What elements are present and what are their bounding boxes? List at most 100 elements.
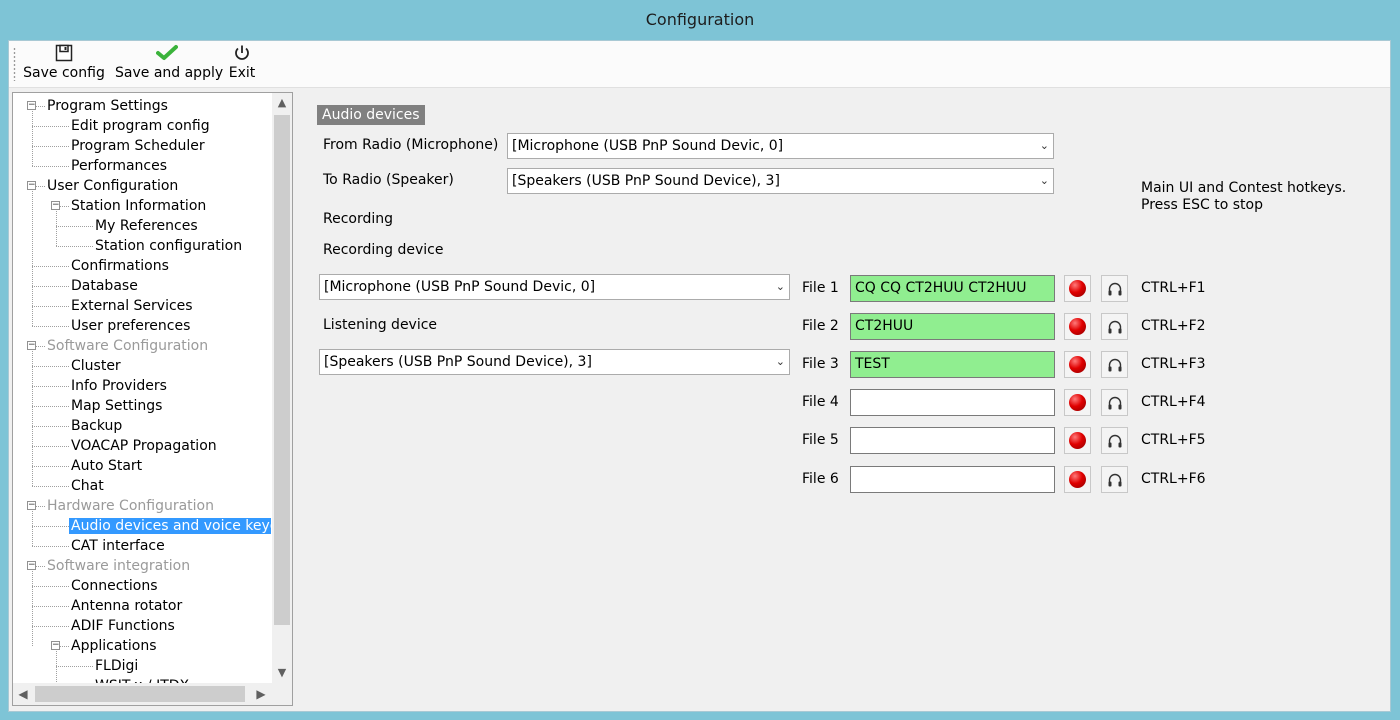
file-name-input[interactable]: CT2HUU [850, 313, 1055, 340]
collapse-icon[interactable]: − [27, 501, 36, 510]
scroll-right-icon[interactable]: ▶ [251, 683, 271, 705]
tree-item[interactable]: CAT interface [71, 536, 165, 556]
red-dot-icon [1069, 280, 1086, 297]
scroll-left-icon[interactable]: ◀ [13, 683, 33, 705]
scroll-up-icon[interactable]: ▲ [272, 93, 292, 113]
play-button[interactable] [1101, 313, 1128, 340]
tree-item[interactable]: Edit program config [71, 116, 210, 136]
file-name-input[interactable]: CQ CQ CT2HUU CT2HUU [850, 275, 1055, 302]
play-button[interactable] [1101, 389, 1128, 416]
tree-guide-line [56, 651, 57, 683]
record-button[interactable] [1064, 275, 1091, 302]
save-config-button[interactable]: Save config [23, 44, 105, 84]
floppy-disk-icon [23, 44, 105, 64]
tree-vertical-scrollbar[interactable]: ▲ ▼ [272, 93, 292, 683]
from-radio-select[interactable]: [Microphone (USB PnP Sound Devic, 0] ⌄ [507, 133, 1054, 159]
tree-item[interactable]: Software Configuration [47, 336, 208, 356]
tree-item[interactable]: Hardware Configuration [47, 496, 214, 516]
file-name-input[interactable] [850, 466, 1055, 493]
tree-item[interactable]: Info Providers [71, 376, 167, 396]
tree-item[interactable]: Program Scheduler [71, 136, 205, 156]
record-button[interactable] [1064, 313, 1091, 340]
save-and-apply-button[interactable]: Save and apply [115, 44, 223, 84]
tree-connector [32, 126, 69, 127]
tree-item-label: Antenna rotator [71, 598, 183, 614]
tree-item[interactable]: Confirmations [71, 256, 169, 276]
tree-item[interactable]: Performances [71, 156, 167, 176]
window-title: Configuration [645, 10, 755, 29]
tree-item-label: ADIF Functions [71, 618, 175, 634]
tree-item[interactable]: VOACAP Propagation [71, 436, 217, 456]
hotkey-label: CTRL+F3 [1141, 356, 1206, 372]
chevron-down-icon: ⌄ [775, 280, 785, 293]
tree-horizontal-scrollbar[interactable]: ◀ ▶ [13, 683, 292, 705]
collapse-icon[interactable]: − [27, 101, 36, 110]
tree-item[interactable]: My References [95, 216, 198, 236]
tree-item[interactable]: Station configuration [95, 236, 242, 256]
headphones-icon [1108, 282, 1122, 296]
tree-item[interactable]: Chat [71, 476, 104, 496]
headphones-icon [1108, 396, 1122, 410]
play-button[interactable] [1101, 427, 1128, 454]
tree-item[interactable]: Software integration [47, 556, 190, 576]
tree-item[interactable]: Backup [71, 416, 122, 436]
record-button[interactable] [1064, 427, 1091, 454]
tree-item[interactable]: Program Settings [47, 96, 168, 116]
collapse-icon[interactable]: − [27, 561, 36, 570]
horizontal-scroll-thumb[interactable] [35, 686, 245, 702]
hotkey-label: CTRL+F6 [1141, 471, 1206, 487]
collapse-icon[interactable]: − [51, 201, 60, 210]
tree-item-label: Auto Start [71, 458, 143, 474]
tree-item[interactable]: User Configuration [47, 176, 178, 196]
collapse-icon[interactable]: − [27, 181, 36, 190]
tree-item[interactable]: Map Settings [71, 396, 162, 416]
exit-button[interactable]: Exit [227, 44, 257, 84]
chevron-down-icon: ⌄ [775, 355, 785, 368]
file-name-input[interactable] [850, 389, 1055, 416]
tree-item[interactable]: Audio devices and voice keyer [69, 516, 271, 536]
play-button[interactable] [1101, 275, 1128, 302]
tree-connector [32, 606, 69, 607]
hotkeys-note-line2: Press ESC to stop [1141, 197, 1263, 213]
collapse-icon[interactable]: − [27, 341, 36, 350]
tree-connector [32, 366, 69, 367]
settings-tree[interactable]: Program Settings − Edit program config Prog… [12, 92, 293, 706]
tree-item[interactable]: External Services [71, 296, 193, 316]
record-button[interactable] [1064, 389, 1091, 416]
toolbar-grip[interactable] [13, 47, 16, 81]
vertical-scroll-thumb[interactable] [274, 115, 290, 625]
tree-connector [32, 166, 69, 167]
scroll-down-icon[interactable]: ▼ [272, 663, 292, 683]
tree-item[interactable]: Database [71, 276, 138, 296]
tree-item[interactable]: Antenna rotator [71, 596, 182, 616]
play-button[interactable] [1101, 351, 1128, 378]
tree-item[interactable]: User preferences [71, 316, 190, 336]
tree-item[interactable]: Cluster [71, 356, 121, 376]
chevron-down-icon: ⌄ [1039, 139, 1049, 152]
tree-item[interactable]: Station Information [71, 196, 206, 216]
tree-item-label: Software Configuration [47, 338, 209, 354]
tree-guide-line [32, 571, 33, 646]
tree-connector [32, 306, 69, 307]
record-button[interactable] [1064, 351, 1091, 378]
tree-item[interactable]: Applications [71, 636, 157, 656]
tree-item[interactable]: Auto Start [71, 456, 142, 476]
to-radio-select[interactable]: [Speakers (USB PnP Sound Device), 3] ⌄ [507, 168, 1054, 194]
file-name-input[interactable] [850, 427, 1055, 454]
tree-connector [36, 506, 45, 507]
tree-item-label: User Configuration [47, 178, 179, 194]
tree-item[interactable]: WSJT-x / JTDX [95, 676, 189, 683]
listening-device-value: [Speakers (USB PnP Sound Device), 3] [324, 354, 592, 370]
tree-item[interactable]: Connections [71, 576, 158, 596]
listening-device-select[interactable]: [Speakers (USB PnP Sound Device), 3] ⌄ [319, 349, 790, 375]
file-name-input[interactable]: TEST [850, 351, 1055, 378]
tree-connector [60, 646, 69, 647]
tree-item-label: Station configuration [95, 238, 243, 254]
tree-item[interactable]: ADIF Functions [71, 616, 175, 636]
play-button[interactable] [1101, 466, 1128, 493]
record-button[interactable] [1064, 466, 1091, 493]
recording-device-select[interactable]: [Microphone (USB PnP Sound Devic, 0] ⌄ [319, 274, 790, 300]
tree-item[interactable]: FLDigi [95, 656, 138, 676]
red-dot-icon [1069, 432, 1086, 449]
collapse-icon[interactable]: − [51, 641, 60, 650]
